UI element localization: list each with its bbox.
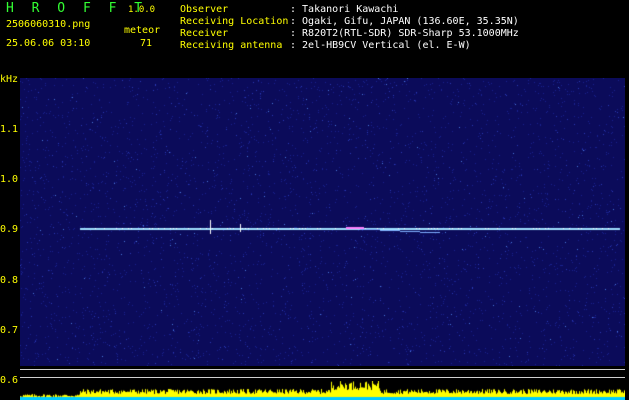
location-value: : Ogaki, Gifu, JAPAN (136.60E, 35.35N) bbox=[290, 16, 519, 27]
signal-level-bar bbox=[20, 381, 625, 400]
y-tick-label: 0.6 bbox=[0, 375, 19, 386]
observer-label: Observer bbox=[180, 4, 229, 15]
app-logo: H R O F F T bbox=[6, 1, 148, 16]
location-label: Receiving Location bbox=[180, 16, 289, 27]
file-datetime: 25.06.06 03:10 bbox=[6, 38, 91, 49]
antenna-value: : 2el-HB9CV Vertical (el. E-W) bbox=[290, 40, 471, 51]
meteor-label: meteor bbox=[124, 25, 161, 36]
y-tick-label: 0.9 bbox=[0, 224, 19, 235]
y-axis-unit: kHz bbox=[0, 74, 19, 85]
antenna-label: Receiving antenna bbox=[180, 40, 283, 51]
receiver-value: : R820T2(RTL-SDR) SDR-Sharp 53.1000MHz bbox=[290, 28, 519, 39]
y-tick-label: 1.0 bbox=[0, 174, 19, 185]
spectrogram-noise bbox=[20, 78, 625, 366]
y-tick-label: 1.1 bbox=[0, 124, 19, 135]
app-version: 1.0.0 bbox=[128, 5, 156, 15]
y-tick-label: 0.8 bbox=[0, 275, 19, 286]
reference-line bbox=[20, 377, 625, 378]
receiver-label: Receiver bbox=[180, 28, 229, 39]
y-tick-label: 0.7 bbox=[0, 325, 19, 336]
observer-value: : Takanori Kawachi bbox=[290, 4, 399, 15]
spectrogram-canvas bbox=[20, 78, 625, 366]
file-name: 2506060310.png bbox=[6, 19, 91, 30]
meteor-count: 71 bbox=[140, 38, 153, 49]
header: H R O F F T 1.0.0 2506060310.png meteor … bbox=[0, 0, 629, 75]
reference-line bbox=[20, 369, 625, 370]
